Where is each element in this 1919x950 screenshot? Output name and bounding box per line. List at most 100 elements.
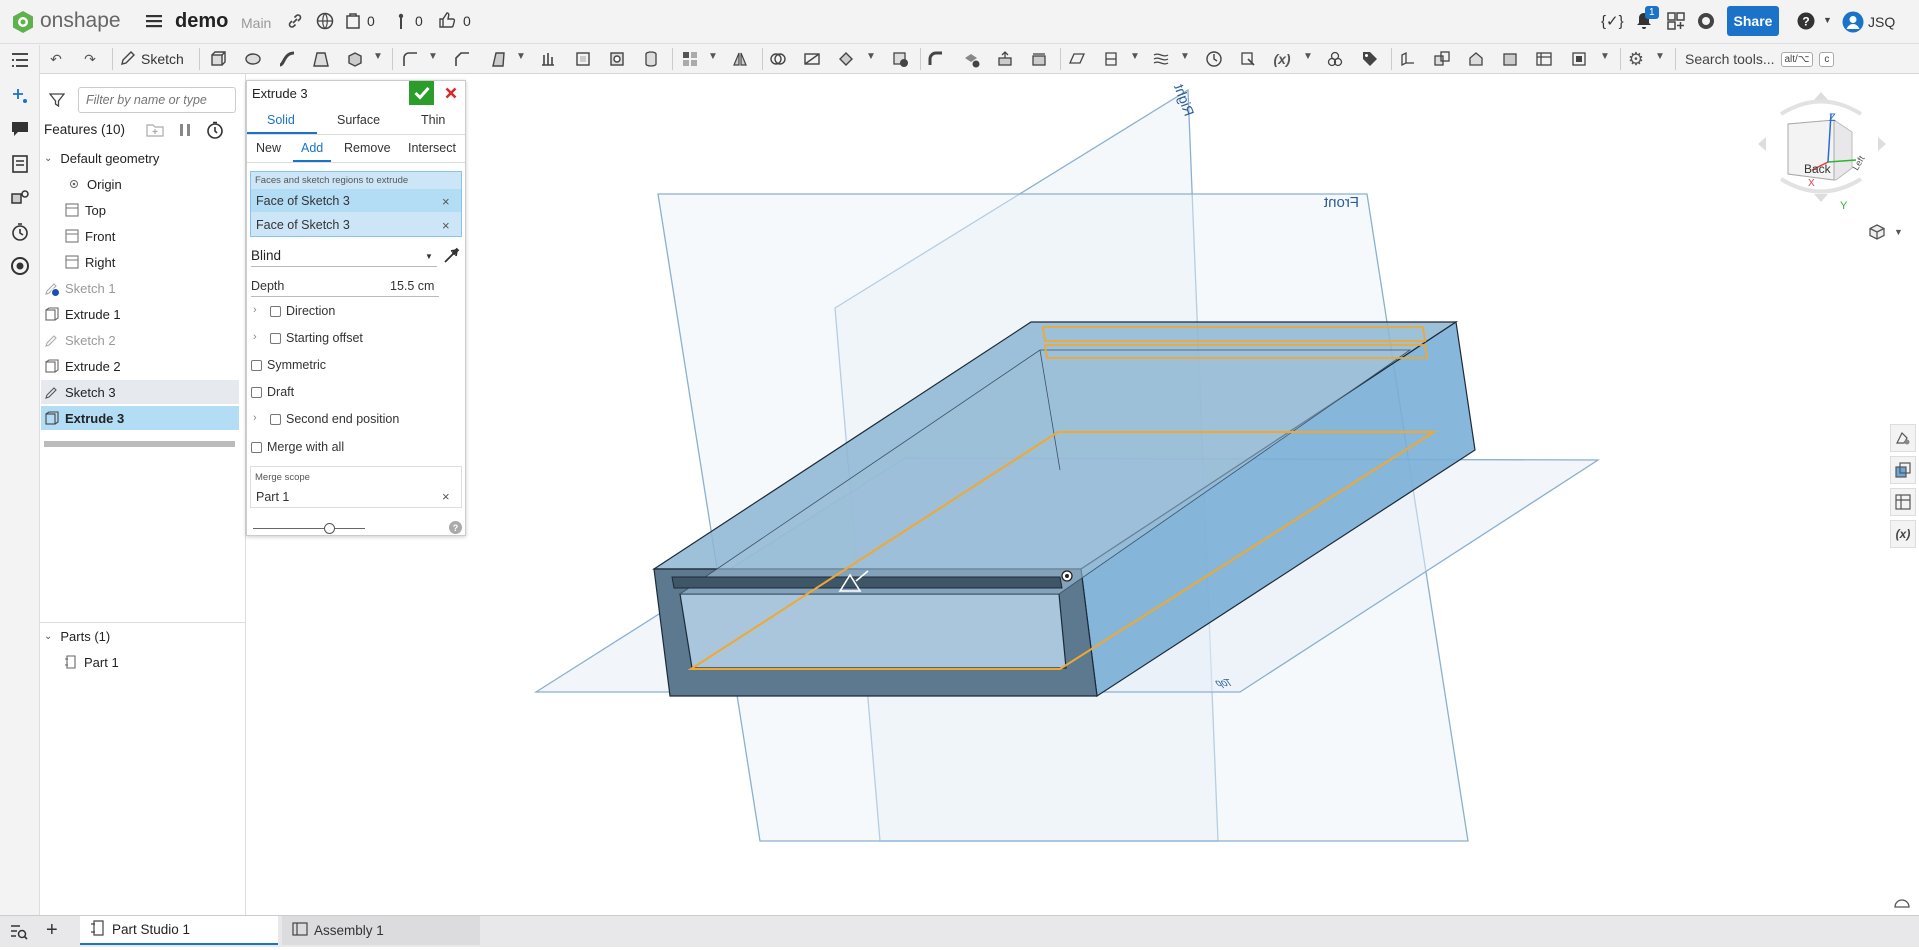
derived-icon[interactable] [1238,49,1258,69]
tab-thin[interactable]: Thin [421,113,445,127]
symmetric-row[interactable]: Symmetric [251,358,326,372]
symmetric-checkbox[interactable] [251,359,262,371]
thicken-icon[interactable] [345,49,365,69]
chevron-down-icon[interactable]: ▼ [1600,51,1610,62]
mirror-icon[interactable] [730,49,750,69]
insert-icon[interactable] [10,86,30,109]
view-options-chevron-down-icon[interactable]: ▼ [1894,227,1903,237]
shell-icon[interactable] [573,49,593,69]
face-item[interactable]: Face of Sketch 3 [256,194,350,208]
flange-icon[interactable] [1432,49,1452,69]
bom-panel-icon[interactable] [1890,456,1916,484]
sketch-button[interactable]: Sketch [120,48,184,70]
direction-chevron-right-icon[interactable]: › [253,304,257,316]
merge-scope-close-icon[interactable]: × [442,489,450,504]
starting-offset-chevron-right-icon[interactable]: › [253,331,257,343]
draft-icon[interactable] [488,49,508,69]
tab-list-search-icon[interactable] [10,924,28,943]
learning-center-icon[interactable] [1697,12,1715,33]
confirm-button[interactable] [409,81,434,105]
feature-list-icon[interactable] [10,51,30,72]
hole-icon[interactable] [607,49,627,69]
boolean-icon[interactable] [768,49,788,69]
like-icon[interactable] [438,11,456,32]
variable-icon[interactable]: (x) [1272,49,1292,69]
chevron-down-icon[interactable]: ▼ [1130,51,1140,62]
mate-connector-icon[interactable] [1101,49,1121,69]
tree-item-extrude-3[interactable]: Extrude 3 [45,406,124,430]
add-tab-icon[interactable]: + [46,919,58,942]
chevron-down-icon[interactable]: ▼ [708,51,718,62]
tab-surface[interactable]: Surface [337,113,380,127]
remove-face-close-icon[interactable]: × [442,218,450,233]
default-geometry-row[interactable]: ⌄ Default geometry [44,146,159,170]
model-scene[interactable] [246,74,1919,915]
move-face-icon[interactable] [995,49,1015,69]
tab-icon[interactable] [1466,49,1486,69]
modify-fillet-icon[interactable] [926,49,946,69]
fillet-icon[interactable] [400,49,420,69]
tree-item-sketch-3[interactable]: Sketch 3 [45,380,116,404]
tab-add[interactable]: Add [301,141,323,155]
help-icon[interactable]: ? [1797,12,1815,33]
panel-divider[interactable] [40,622,246,623]
user-initials[interactable]: JSQ [1868,14,1895,30]
chevron-down-icon[interactable]: ▼ [373,51,383,62]
merge-all-checkbox[interactable] [251,441,262,453]
tree-item-front[interactable]: Front [65,224,115,248]
onshape-logo-icon[interactable] [12,10,34,34]
configurations-icon[interactable] [10,188,30,211]
parts-header-row[interactable]: ⌄ Parts (1) [44,624,110,648]
bend-icon[interactable] [1500,49,1520,69]
rollback-timer-icon[interactable] [206,121,224,142]
chevron-down-icon[interactable]: ▼ [1180,51,1190,62]
split-icon[interactable] [802,49,822,69]
rollback-bar[interactable] [44,441,235,447]
variables-panel-icon[interactable]: (x) [1890,520,1916,548]
frame-icon[interactable] [1569,49,1589,69]
branch-name[interactable]: Main [241,15,271,31]
share-button[interactable]: Share [1727,6,1779,36]
code-icon[interactable]: {✓} [1601,12,1624,30]
revolve-icon[interactable] [243,49,263,69]
delete-part-icon[interactable] [890,49,910,69]
part-item[interactable]: Part 1 [64,650,119,674]
view-cube-back-label[interactable]: Back [1804,162,1831,176]
measure-gauge-icon[interactable] [1893,895,1911,912]
chevron-down-icon[interactable]: ⌄ [44,631,52,642]
app-store-icon[interactable] [1667,12,1685,33]
tab-new[interactable]: New [256,141,281,155]
chevron-down-icon[interactable]: ▼ [516,51,526,62]
pause-icon[interactable] [179,123,191,140]
document-name[interactable]: demo [175,10,228,33]
chevron-down-icon[interactable]: ▼ [1303,51,1313,62]
comments-icon[interactable] [10,120,30,141]
undo-icon[interactable]: ↶ [46,49,66,69]
composite-icon[interactable] [1325,49,1345,69]
extrude-icon[interactable] [208,49,228,69]
tab-solid[interactable]: Solid [267,113,295,127]
curves-icon[interactable] [1151,49,1171,69]
filter-icon[interactable] [48,92,66,111]
depth-value[interactable]: 15.5 cm [390,279,434,293]
globe-icon[interactable] [316,12,334,33]
tree-item-sketch-2[interactable]: Sketch 2 [45,328,116,352]
second-end-checkbox[interactable] [270,413,281,425]
hamburger-menu-icon[interactable] [146,13,162,29]
tree-item-origin[interactable]: Origin [67,172,122,196]
filter-input[interactable] [78,87,236,113]
draft-row[interactable]: Draft [251,385,294,399]
pattern-icon[interactable] [680,49,700,69]
search-parts-icon[interactable] [10,256,30,279]
starting-offset-checkbox[interactable] [270,332,281,344]
face-item[interactable]: Face of Sketch 3 [256,218,350,232]
rib-icon[interactable] [538,49,558,69]
end-type-select[interactable]: Blind [251,248,281,263]
flip-direction-icon[interactable] [443,246,461,267]
search-tools-input[interactable]: Search tools... alt/⌥ c [1685,47,1835,71]
second-end-row[interactable]: Second end position [270,412,399,426]
sheet-metal-icon[interactable] [1398,49,1418,69]
link-icon[interactable] [287,13,303,32]
cancel-button[interactable] [441,83,461,103]
plane-icon[interactable] [1067,49,1087,69]
